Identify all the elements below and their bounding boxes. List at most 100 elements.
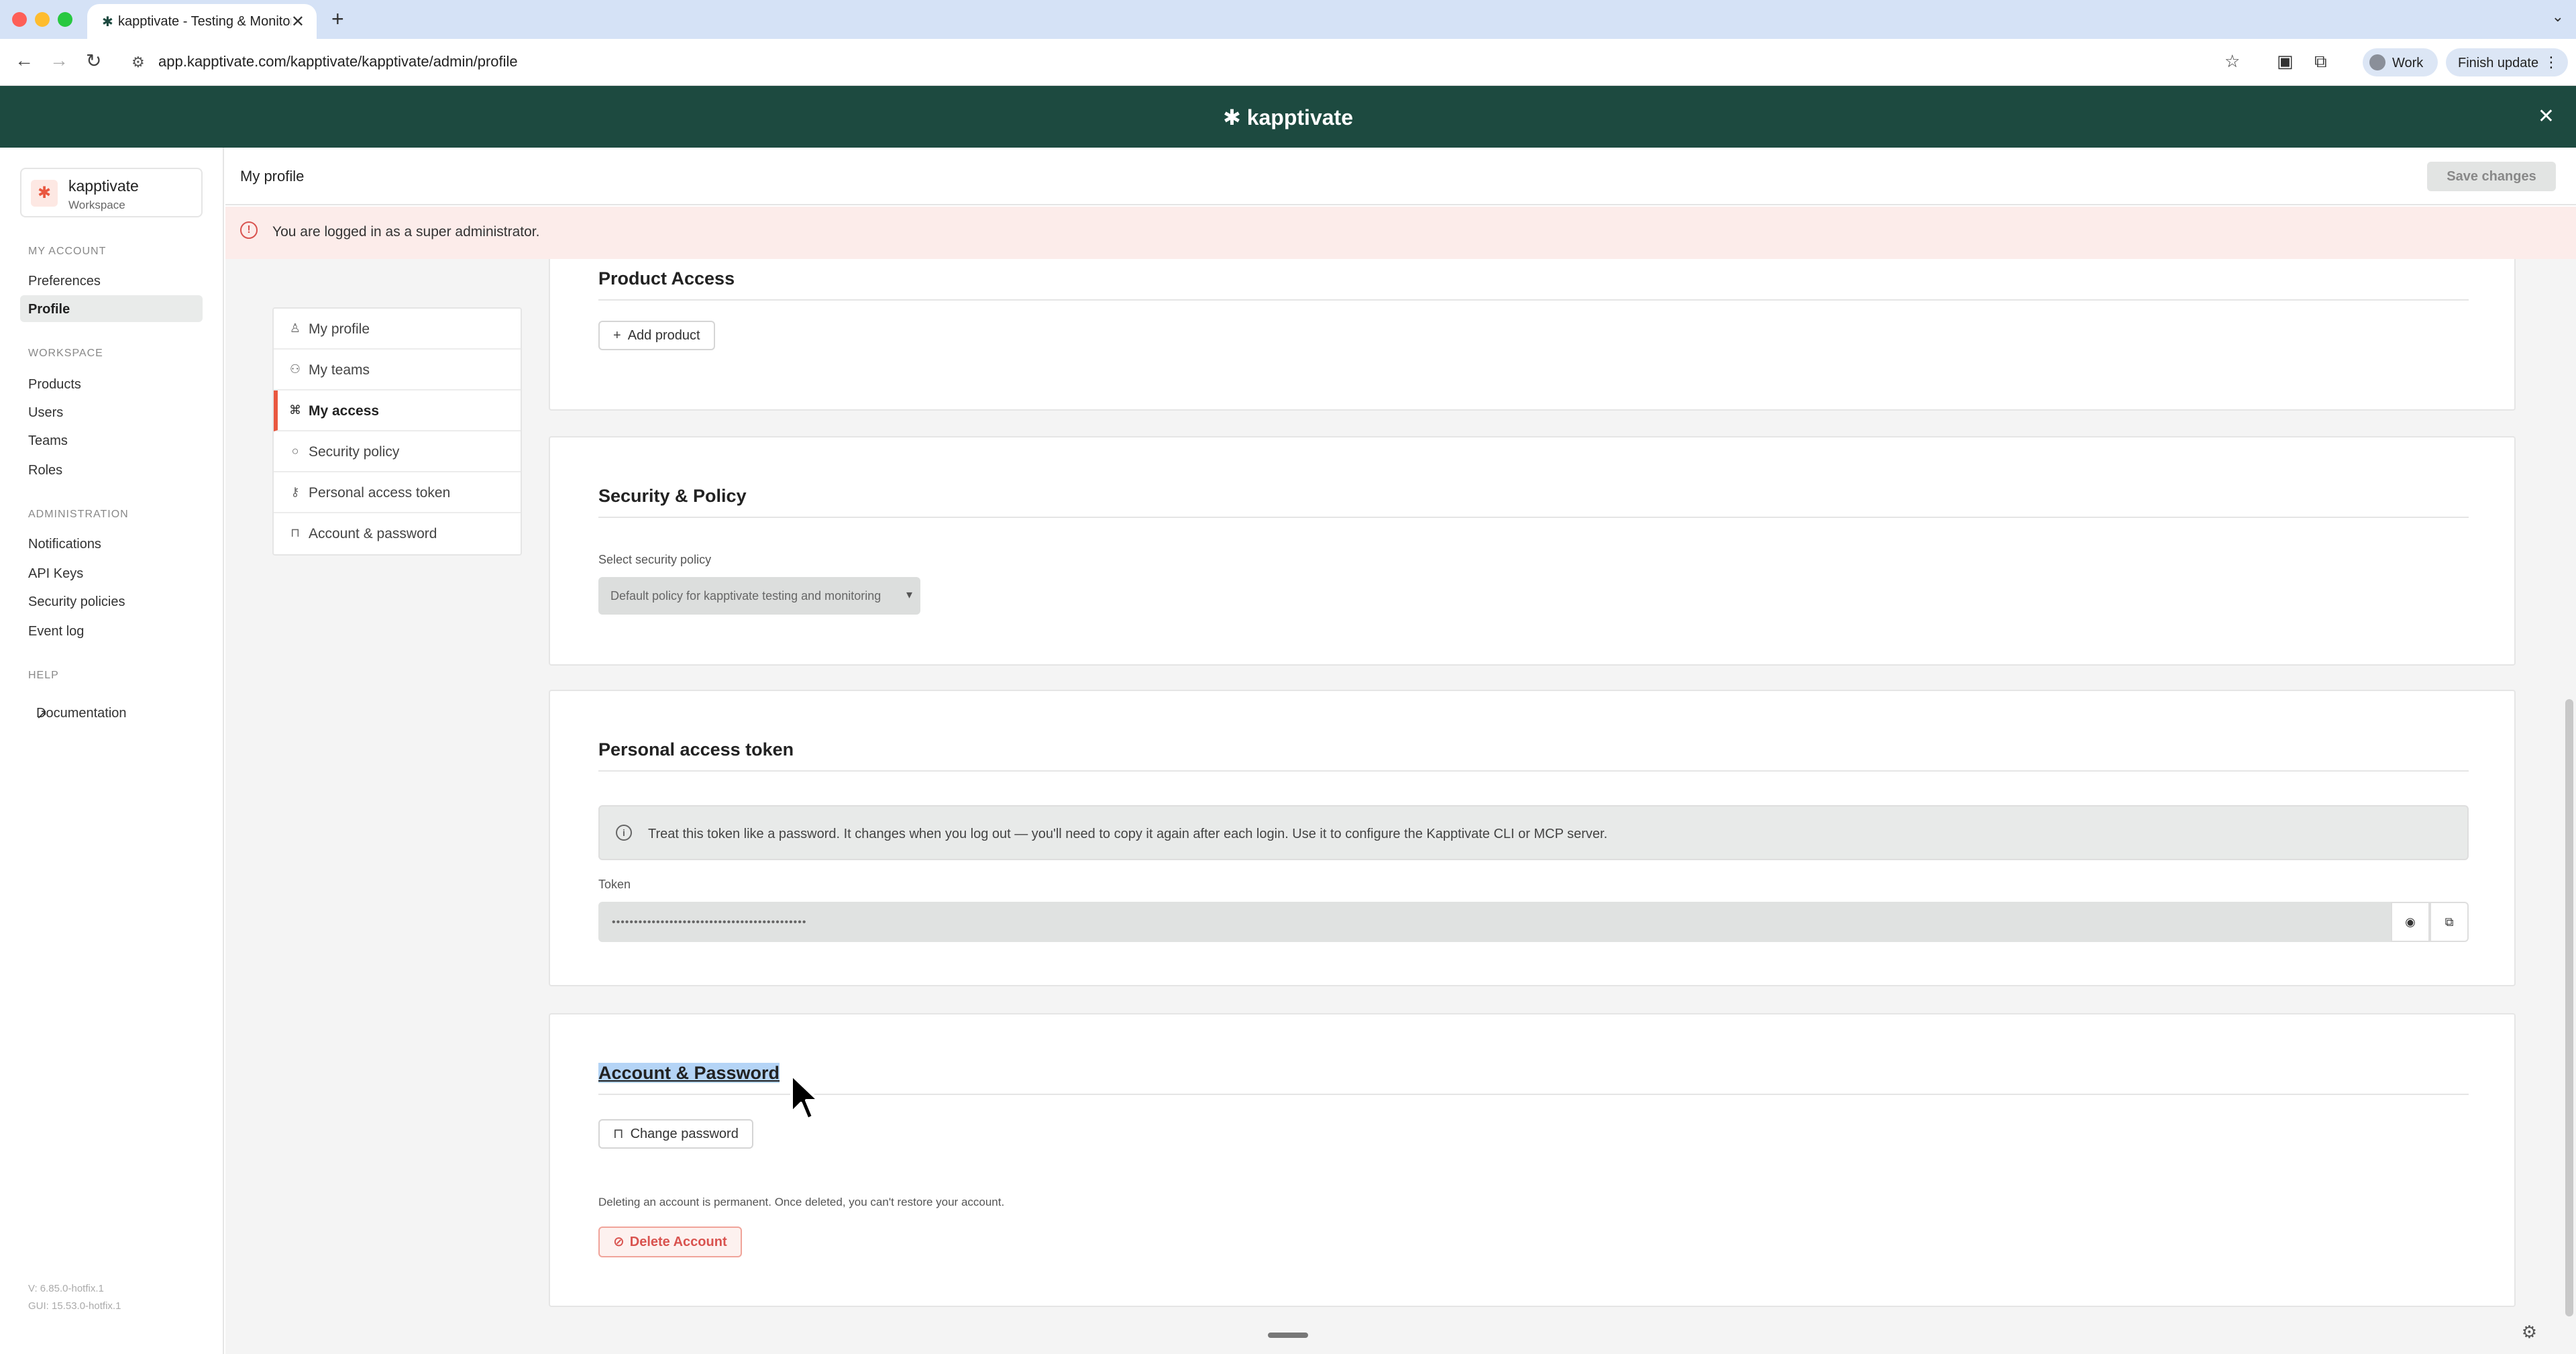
version-gui: GUI: 15.53.0-hotfix.1	[28, 1300, 121, 1312]
product-access-card: Product Access + Add product	[549, 259, 2516, 411]
divider	[598, 1094, 2469, 1095]
main-content: ♙ My profile ⚇ My teams ⌘ My access ○ Se…	[225, 259, 2576, 1354]
sidebar-item-notifications[interactable]: Notifications	[20, 530, 203, 557]
subnav-my-access[interactable]: ⌘ My access	[274, 390, 521, 431]
chevron-down-icon: ▾	[906, 588, 912, 601]
bookmark-star-icon[interactable]: ☆	[2224, 51, 2240, 72]
sidebar-item-api-keys[interactable]: API Keys	[20, 560, 203, 586]
avatar	[2369, 54, 2385, 70]
profile-chip[interactable]: Work	[2363, 48, 2438, 76]
subnav-label: Security policy	[309, 444, 400, 460]
sidebar-item-label: Teams	[28, 433, 68, 448]
account-password-title: Account & Password	[598, 1063, 780, 1084]
kapptivate-favicon-icon: ✱	[102, 15, 113, 30]
sidebar-item-documentation[interactable]: Documentation ↗	[20, 692, 203, 722]
profile-label: Work	[2392, 56, 2424, 70]
scrollbar[interactable]	[2560, 259, 2576, 1354]
info-icon: i	[616, 825, 632, 841]
copy-token-icon[interactable]: ⧉	[2430, 902, 2469, 942]
ban-icon: ⊘	[613, 1235, 625, 1249]
more-vert-icon: ⋮	[2544, 54, 2559, 70]
app-banner: ✱ kapptivate ✕	[0, 86, 2576, 148]
sidebar-item-teams[interactable]: Teams	[20, 427, 203, 454]
forward-arrow-icon[interactable]: →	[50, 50, 68, 71]
back-arrow-icon[interactable]: ←	[15, 50, 34, 71]
sidebar-item-event-log[interactable]: Event log	[20, 617, 203, 644]
subnav-label: My profile	[309, 321, 370, 337]
settings-gear-icon[interactable]: ⚙	[2522, 1322, 2537, 1343]
browser-tab[interactable]: ✱ kapptivate - Testing & Monitoring ✕	[87, 4, 317, 39]
team-icon: ⚇	[289, 362, 301, 376]
section-workspace: WORKSPACE	[28, 348, 103, 359]
finish-update-button[interactable]: Finish update ⋮	[2446, 48, 2568, 76]
banner-close-icon[interactable]: ✕	[2538, 105, 2555, 128]
selected-title-text: Account & Password	[598, 1063, 780, 1083]
workspace-logo-icon: ✱	[31, 180, 58, 207]
change-password-label: Change password	[630, 1127, 739, 1141]
scrollbar-thumb[interactable]	[2565, 699, 2573, 1316]
page-title: My profile	[240, 168, 305, 185]
token-input[interactable]: ••••••••••••••••••••••••••••••••••••••••…	[598, 902, 2391, 942]
puzzle-extensions-icon[interactable]: ⧉	[2314, 51, 2327, 72]
tab-search-chevron-icon[interactable]: ⌄	[2552, 8, 2564, 25]
token-title: Personal access token	[598, 739, 794, 760]
sidebar-item-label: Profile	[28, 302, 70, 317]
subnav-label: My teams	[309, 362, 370, 378]
sidebar-item-profile[interactable]: Profile	[20, 295, 203, 322]
token-masked-value: ••••••••••••••••••••••••••••••••••••••••…	[612, 917, 807, 928]
extension-icon[interactable]: ▣	[2277, 51, 2294, 72]
save-changes-button[interactable]: Save changes	[2427, 162, 2556, 191]
new-tab-button[interactable]: +	[331, 7, 344, 32]
account-password-card: Account & Password ⊓ Change password Dele…	[549, 1013, 2516, 1307]
subnav-personal-access-token[interactable]: ⚷ Personal access token	[274, 472, 521, 513]
add-product-button[interactable]: + Add product	[598, 321, 715, 350]
token-key-icon: ⚷	[290, 485, 300, 499]
sidebar-item-roles[interactable]: Roles	[20, 456, 203, 483]
subnav-label: Personal access token	[309, 485, 451, 501]
drag-handle[interactable]	[1268, 1333, 1308, 1338]
workspace-name: kapptivate	[68, 177, 139, 195]
security-policy-select[interactable]: Default policy for kapptivate testing an…	[598, 577, 920, 615]
finish-update-label: Finish update	[2458, 56, 2539, 70]
change-password-button[interactable]: ⊓ Change password	[598, 1119, 753, 1149]
sidebar-item-users[interactable]: Users	[20, 399, 203, 425]
select-value: Default policy for kapptivate testing an…	[610, 589, 881, 603]
subnav-my-teams[interactable]: ⚇ My teams	[274, 350, 521, 390]
reload-icon[interactable]: ↻	[86, 50, 101, 72]
subnav-account-password[interactable]: ⊓ Account & password	[274, 513, 521, 554]
sidebar-item-security-policies[interactable]: Security policies	[20, 588, 203, 615]
token-info-note: i Treat this token like a password. It c…	[598, 805, 2469, 860]
workspace-switcher[interactable]: ✱ kapptivate Workspace	[20, 168, 203, 217]
tab-title: kapptivate - Testing & Monitoring	[118, 14, 291, 29]
window-close-button[interactable]	[12, 12, 27, 27]
sidebar-item-label: Products	[28, 377, 81, 392]
site-info-icon[interactable]: ⚙	[131, 54, 145, 71]
window-zoom-button[interactable]	[58, 12, 72, 27]
subnav-my-profile[interactable]: ♙ My profile	[274, 309, 521, 350]
security-policy-title: Security & Policy	[598, 486, 747, 506]
delete-account-label: Delete Account	[629, 1235, 727, 1249]
sidebar-item-label: Event log	[28, 624, 85, 639]
tab-close-icon[interactable]: ✕	[291, 12, 305, 32]
mouse-cursor-icon	[790, 1074, 820, 1121]
key-icon: ⌘	[289, 403, 301, 417]
delete-account-button[interactable]: ⊘ Delete Account	[598, 1227, 742, 1257]
subnav-security-policy[interactable]: ○ Security policy	[274, 431, 521, 472]
divider	[598, 299, 2469, 301]
alert-info-icon: !	[240, 221, 258, 239]
browser-toolbar: ← → ↻ ⚙ app.kapptivate.com/kapptivate/ka…	[0, 39, 2576, 86]
sidebar-item-preferences[interactable]: Preferences	[20, 267, 203, 294]
address-bar[interactable]: app.kapptivate.com/kapptivate/kapptivate…	[158, 53, 518, 70]
subnav-label: Account & password	[309, 526, 437, 541]
sidebar-item-products[interactable]: Products	[20, 370, 203, 397]
window-minimize-button[interactable]	[35, 12, 50, 27]
plus-icon: +	[613, 328, 621, 343]
token-note-text: Treat this token like a password. It cha…	[648, 827, 1608, 841]
lock-icon: ⊓	[613, 1127, 624, 1141]
browser-tab-bar: ✱ kapptivate - Testing & Monitoring ✕ + …	[0, 0, 2576, 39]
subnav-label: My access	[309, 403, 380, 419]
section-my-account: MY ACCOUNT	[28, 246, 107, 257]
show-token-eye-icon[interactable]: ◉	[2391, 902, 2430, 942]
alert-text: You are logged in as a super administrat…	[272, 224, 540, 240]
sidebar-item-label: Users	[28, 405, 64, 420]
